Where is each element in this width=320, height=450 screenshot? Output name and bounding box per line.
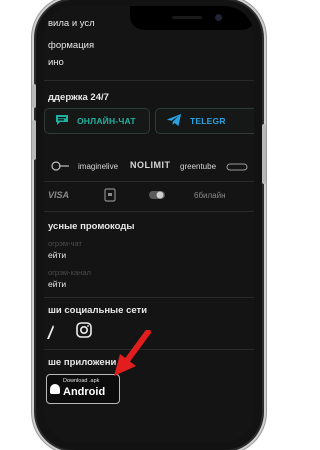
power-button — [262, 124, 266, 184]
download-apk-button[interactable]: Download .apk Android — [46, 374, 120, 404]
payment-logo-mobile — [104, 188, 116, 204]
telegram-label: TELEGR — [190, 116, 226, 126]
online-chat-button[interactable]: ОНЛАЙН-ЧАТ — [44, 108, 150, 134]
menu-item-rules[interactable]: вила и усл — [48, 18, 95, 29]
divider — [44, 181, 254, 182]
volume-down-button — [32, 120, 36, 160]
divider — [44, 211, 254, 212]
vk-icon[interactable] — [46, 324, 54, 345]
payment-logo-beeline: 6билайн — [194, 191, 226, 200]
telegram-button[interactable]: TELEGR — [155, 108, 254, 134]
provider-logo-greentube: greentube — [180, 162, 217, 171]
social-title: ши социальные сети — [48, 305, 148, 316]
promo-caption-chat: огрэм-чат — [48, 239, 82, 248]
menu-item-casino[interactable]: ино — [48, 57, 64, 68]
promo-title: усные промокоды — [48, 221, 135, 232]
apk-line1: Download .apk — [63, 378, 100, 384]
online-chat-label: ОНЛАЙН-ЧАТ — [77, 116, 136, 126]
telegram-icon — [166, 113, 182, 129]
payment-logo-toggle — [148, 190, 166, 202]
provider-logo-nolimit: NOLIMIT — [130, 160, 171, 170]
divider — [44, 297, 254, 298]
volume-up-button — [32, 84, 36, 108]
notch — [130, 6, 254, 30]
provider-logo-5 — [226, 162, 248, 174]
instagram-icon[interactable] — [76, 322, 92, 343]
menu-item-info[interactable]: формация — [48, 40, 94, 51]
support-title: ддержка 24/7 — [48, 92, 109, 103]
payment-logo-visa: VISA — [48, 190, 70, 200]
android-icon — [50, 384, 60, 394]
provider-logo-1 — [50, 160, 70, 174]
apk-line2: Android — [63, 386, 106, 398]
promo-caption-channel: огрэм-канал — [48, 268, 91, 277]
promo-link-chat[interactable]: ейти — [48, 250, 66, 260]
speaker-grille — [172, 16, 202, 19]
apps-title: ше приложени — [48, 357, 117, 368]
provider-logo-imaginelive: imaginelive — [78, 162, 119, 171]
promo-link-channel[interactable]: ейти — [48, 279, 66, 289]
chat-icon — [55, 114, 69, 128]
red-arrow-annotation — [114, 330, 151, 376]
divider — [44, 80, 254, 81]
camera-icon — [215, 14, 222, 21]
